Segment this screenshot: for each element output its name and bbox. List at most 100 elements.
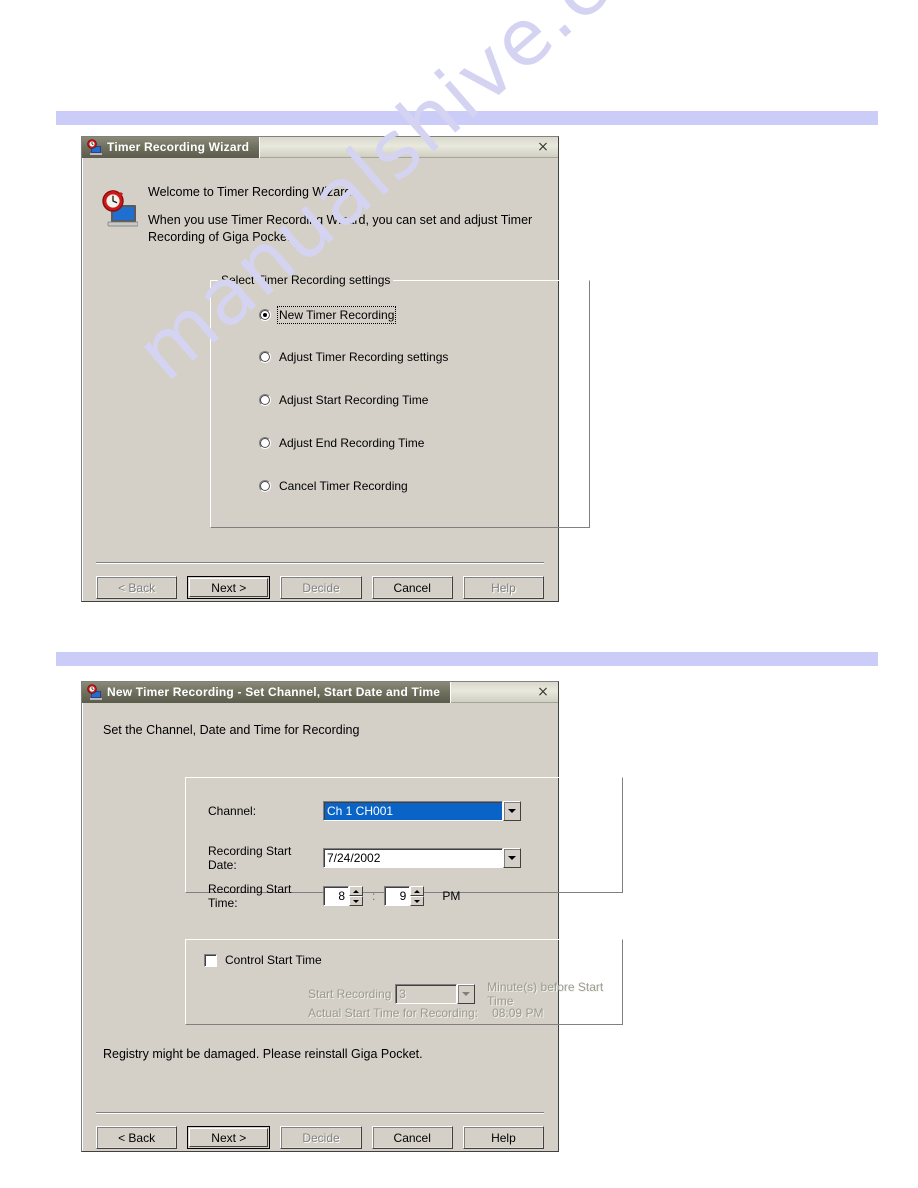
decide-button-label: Decide <box>302 1130 340 1145</box>
back-button[interactable]: < Back <box>96 576 178 599</box>
radio-icon[interactable] <box>259 309 271 321</box>
description-line-1: When you use Timer Recording Wizard, you… <box>148 213 533 227</box>
minute-value[interactable]: 9 <box>384 886 411 906</box>
channel-dropdown-button[interactable] <box>503 801 521 821</box>
help-button[interactable]: Help <box>462 576 545 599</box>
back-button-label: < Back <box>118 1130 156 1145</box>
channel-label: Channel: <box>208 804 257 818</box>
channel-value[interactable]: Ch 1 CH001 <box>323 801 503 821</box>
date-value[interactable]: 7/24/2002 <box>323 848 503 868</box>
minute-decrement-button[interactable] <box>410 896 425 906</box>
cancel-button[interactable]: Cancel <box>371 576 453 599</box>
dialog2-body: Set the Channel, Date and Time for Recor… <box>82 703 623 1150</box>
control-start-time-checkbox-row[interactable]: Control Start Time <box>204 953 322 967</box>
next-button-inner: Next > <box>189 578 269 597</box>
close-icon[interactable]: × <box>532 684 554 700</box>
radio-icon[interactable] <box>259 351 271 363</box>
back-button-label: < Back <box>118 580 156 595</box>
chevron-up-icon <box>414 889 421 893</box>
date-label: Recording Start Date: <box>208 844 292 872</box>
minutes-before-combobox[interactable]: 3 <box>395 984 476 1004</box>
timer-recording-app-icon <box>86 684 102 700</box>
date-combobox[interactable]: 7/24/2002 <box>323 848 521 868</box>
actual-start-time-label: Actual Start Time for Recording: <box>308 1006 479 1020</box>
description-line-2: Recording of Giga Pocket. <box>148 230 294 244</box>
date-field-row: Recording Start Date: 7/24/2002 <box>208 844 521 872</box>
dialog1-intro: Welcome to Timer Recording Wizard When y… <box>100 180 544 246</box>
radio-label: Adjust Start Recording Time <box>279 393 429 407</box>
dialog1-button-row: < Back Next > Decide Cancel Help <box>96 576 545 599</box>
date-dropdown-button[interactable] <box>503 848 521 868</box>
actual-start-time-value: 08:09 PM <box>492 1006 544 1020</box>
time-separator: : <box>372 889 376 903</box>
radio-icon[interactable] <box>259 480 271 492</box>
dialog2-title-text: New Timer Recording - Set Channel, Start… <box>107 685 441 699</box>
radio-adjust-start-recording-time[interactable]: Adjust Start Recording Time <box>259 393 428 407</box>
dialog2-instruction: Set the Channel, Date and Time for Recor… <box>103 723 360 737</box>
back-button[interactable]: < Back <box>96 1126 178 1149</box>
minute-spin-buttons[interactable] <box>410 886 425 906</box>
channel-field-row: Channel: Ch 1 CH001 <box>208 801 521 821</box>
minute-increment-button[interactable] <box>410 886 425 896</box>
cancel-button[interactable]: Cancel <box>371 1126 453 1149</box>
separator-band-middle <box>56 652 878 666</box>
hour-spin-buttons[interactable] <box>349 886 363 906</box>
meridiem-label: PM <box>442 889 461 903</box>
dialog1-titlebar[interactable]: Timer Recording Wizard × <box>82 136 558 158</box>
decide-button[interactable]: Decide <box>280 576 362 599</box>
hour-increment-button[interactable] <box>349 886 363 896</box>
hour-value[interactable]: 8 <box>323 886 349 906</box>
chevron-down-icon <box>508 856 516 860</box>
minutes-dropdown-button[interactable] <box>457 984 476 1004</box>
radio-icon[interactable] <box>259 437 271 449</box>
dialog1-title-text: Timer Recording Wizard <box>107 140 250 154</box>
close-icon[interactable]: × <box>532 139 554 155</box>
start-recording-row: Start Recording 3 Minute(s) before Start… <box>308 980 622 1008</box>
control-start-time-label: Control Start Time <box>225 953 322 967</box>
time-field-row: Recording Start Time: 8 : 9 PM <box>208 882 460 910</box>
chevron-down-icon <box>462 992 471 996</box>
next-button-label: Next > <box>211 1130 247 1145</box>
control-start-time-checkbox-icon[interactable] <box>204 953 217 967</box>
actual-start-time-row: Actual Start Time for Recording: 08:09 P… <box>308 1006 543 1020</box>
dialog1-title-active-area: Timer Recording Wizard <box>82 136 261 158</box>
radio-adjust-end-recording-time[interactable]: Adjust End Recording Time <box>259 436 424 450</box>
start-recording-label: Start Recording <box>308 987 392 1001</box>
timer-recording-app-icon <box>86 139 102 155</box>
next-button-inner: Next > <box>189 1128 269 1147</box>
dialog2-titlebar[interactable]: New Timer Recording - Set Channel, Start… <box>82 681 558 703</box>
dialog1-intro-text: Welcome to Timer Recording Wizard When y… <box>148 180 532 246</box>
radio-cancel-timer-recording[interactable]: Cancel Timer Recording <box>259 479 408 493</box>
timer-recording-settings-group: Select Timer Recording settings New Time… <box>210 273 590 528</box>
dialog2-button-separator <box>96 1112 544 1114</box>
next-button[interactable]: Next > <box>187 1126 271 1149</box>
minutes-suffix-label: Minute(s) before Start Time <box>487 980 604 1008</box>
hour-stepper[interactable]: 8 <box>323 886 363 906</box>
radio-label: Adjust End Recording Time <box>279 436 425 450</box>
help-button-label: Help <box>491 580 516 595</box>
radio-adjust-timer-recording-settings[interactable]: Adjust Timer Recording settings <box>259 350 448 364</box>
chevron-down-icon <box>508 809 516 813</box>
next-button-label: Next > <box>211 580 247 595</box>
dialog1-body: Welcome to Timer Recording Wizard When y… <box>82 158 590 600</box>
radio-icon[interactable] <box>259 394 271 406</box>
minute-stepper[interactable]: 9 <box>384 886 425 906</box>
decide-button[interactable]: Decide <box>280 1126 362 1149</box>
welcome-line: Welcome to Timer Recording Wizard <box>148 185 352 199</box>
minutes-before-value[interactable]: 3 <box>395 984 458 1004</box>
chevron-down-icon <box>414 899 421 903</box>
new-timer-recording-dialog: New Timer Recording - Set Channel, Start… <box>81 681 623 1152</box>
next-button[interactable]: Next > <box>187 576 271 599</box>
hour-decrement-button[interactable] <box>349 896 363 906</box>
cancel-button-label: Cancel <box>393 580 431 595</box>
help-button[interactable]: Help <box>462 1126 545 1149</box>
radio-label: Cancel Timer Recording <box>279 479 408 493</box>
chevron-down-icon <box>353 899 359 903</box>
dialog2-button-row: < Back Next > Decide Cancel Help <box>96 1126 545 1149</box>
channel-combobox[interactable]: Ch 1 CH001 <box>323 801 521 821</box>
control-start-time-group: Control Start Time Start Recording 3 Min… <box>185 939 623 1025</box>
cancel-button-label: Cancel <box>393 1130 431 1145</box>
timer-recording-large-icon <box>100 190 139 230</box>
dialog1-button-separator <box>96 562 544 564</box>
radio-new-timer-recording[interactable]: New Timer Recording <box>259 306 397 324</box>
